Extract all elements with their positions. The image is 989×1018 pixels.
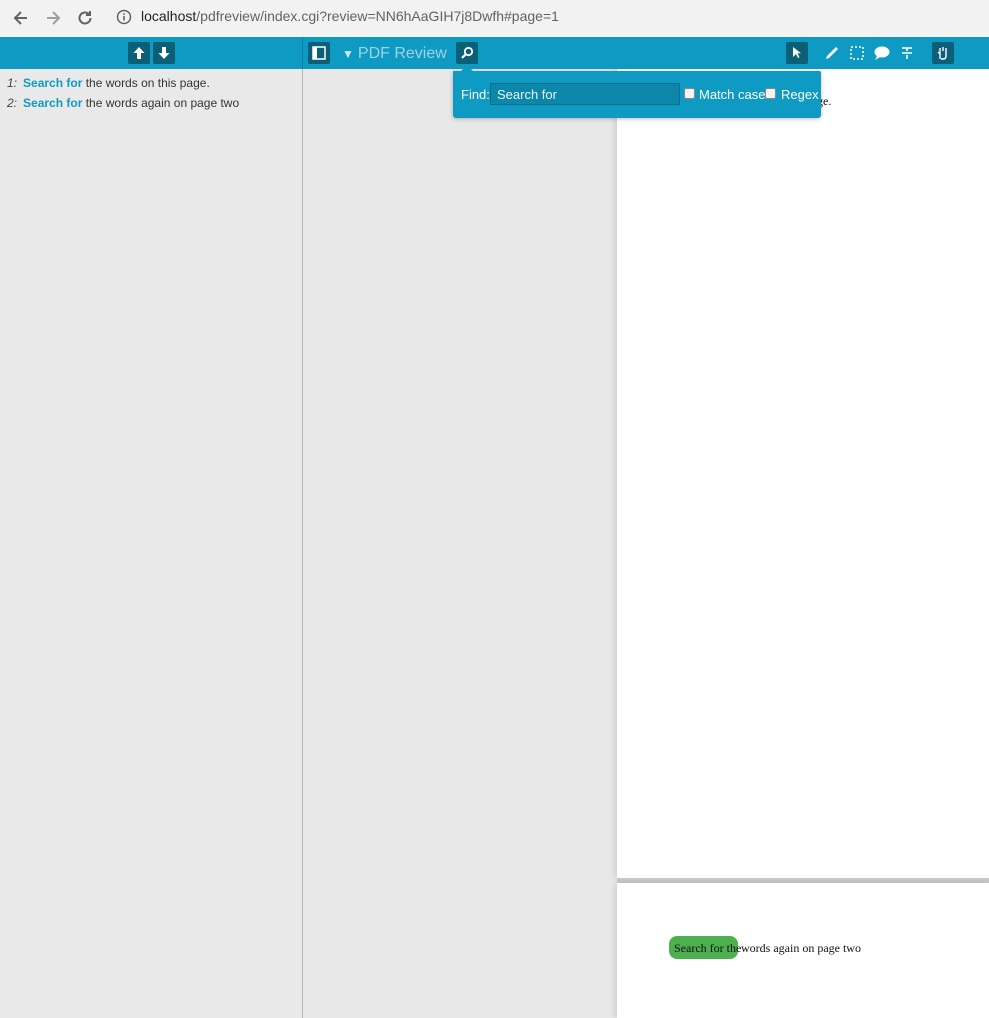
pan-tool-button[interactable] (932, 42, 954, 64)
match-case-checkbox[interactable] (684, 88, 695, 99)
draw-tool-button[interactable] (821, 42, 843, 64)
select-tool-button[interactable] (786, 42, 808, 64)
reload-button[interactable] (69, 2, 101, 34)
reload-icon (78, 11, 92, 25)
match-case-label: Match case (699, 87, 766, 102)
back-arrow-icon (13, 11, 27, 25)
back-button[interactable] (5, 2, 37, 34)
forward-arrow-icon (47, 11, 61, 25)
sidebar-toolbar (0, 37, 303, 69)
address-bar[interactable]: localhost/pdfreview/index.cgi?review=NN6… (141, 8, 559, 24)
search-icon (461, 46, 474, 59)
document-viewer[interactable]: ge. Search for the words again on page t… (303, 69, 989, 1018)
pen-icon (826, 47, 838, 59)
caret-down-icon: ▼ (342, 47, 354, 61)
page-2-match-text: Search for the (674, 941, 742, 955)
comment-tool-button[interactable] (871, 42, 893, 64)
arrow-up-icon (133, 47, 145, 59)
result-context: the words again on page two (82, 96, 240, 110)
search-result-item[interactable]: 1: Search for the words on this page. (7, 76, 210, 90)
search-result-item[interactable]: 2: Search for the words again on page two (7, 96, 239, 110)
result-number: 2: (7, 96, 18, 110)
search-results-sidebar: 1: Search for the words on this page. 2: S… (0, 69, 303, 1018)
find-label: Find: (461, 87, 490, 102)
rectangle-select-button[interactable] (846, 42, 868, 64)
previous-result-button[interactable] (128, 42, 150, 64)
next-result-button[interactable] (153, 42, 175, 64)
result-number: 1: (7, 76, 18, 90)
app-toolbar: ▼ PDF Review (0, 37, 989, 69)
result-context: the words on this page. (82, 76, 210, 90)
browser-toolbar: localhost/pdfreview/index.cgi?review=NN6… (0, 0, 989, 37)
strikethrough-icon (902, 47, 912, 59)
pdf-page-2: Search for the words again on page two (617, 883, 989, 1018)
sidebar-panel-icon (312, 46, 326, 60)
find-popup: Find: Match case Regex (453, 65, 821, 118)
page-2-text: words again on page two (741, 941, 861, 955)
pdf-page-1: ge. (617, 69, 989, 878)
forward-button[interactable] (37, 2, 69, 34)
regex-checkbox[interactable] (765, 88, 776, 99)
url-host: localhost (141, 8, 197, 24)
result-match: Search for (23, 96, 83, 110)
hand-icon (937, 47, 947, 60)
url-path: /pdfreview/index.cgi?review=NN6hAaGIH7j8… (196, 8, 559, 24)
app-title-menu[interactable]: ▼ PDF Review (342, 45, 447, 63)
find-input[interactable] (490, 83, 680, 105)
arrow-down-icon (158, 47, 170, 59)
strikethrough-tool-button[interactable] (896, 42, 918, 64)
result-match: Search for (23, 76, 83, 90)
app-title: PDF Review (357, 45, 447, 62)
regex-label: Regex (781, 87, 819, 102)
dashed-rectangle-icon (850, 46, 864, 60)
toggle-sidebar-button[interactable] (308, 42, 330, 64)
site-info-icon[interactable] (116, 9, 132, 30)
speech-bubble-icon (874, 46, 890, 60)
find-button[interactable] (456, 42, 478, 64)
pointer-icon (793, 47, 801, 58)
